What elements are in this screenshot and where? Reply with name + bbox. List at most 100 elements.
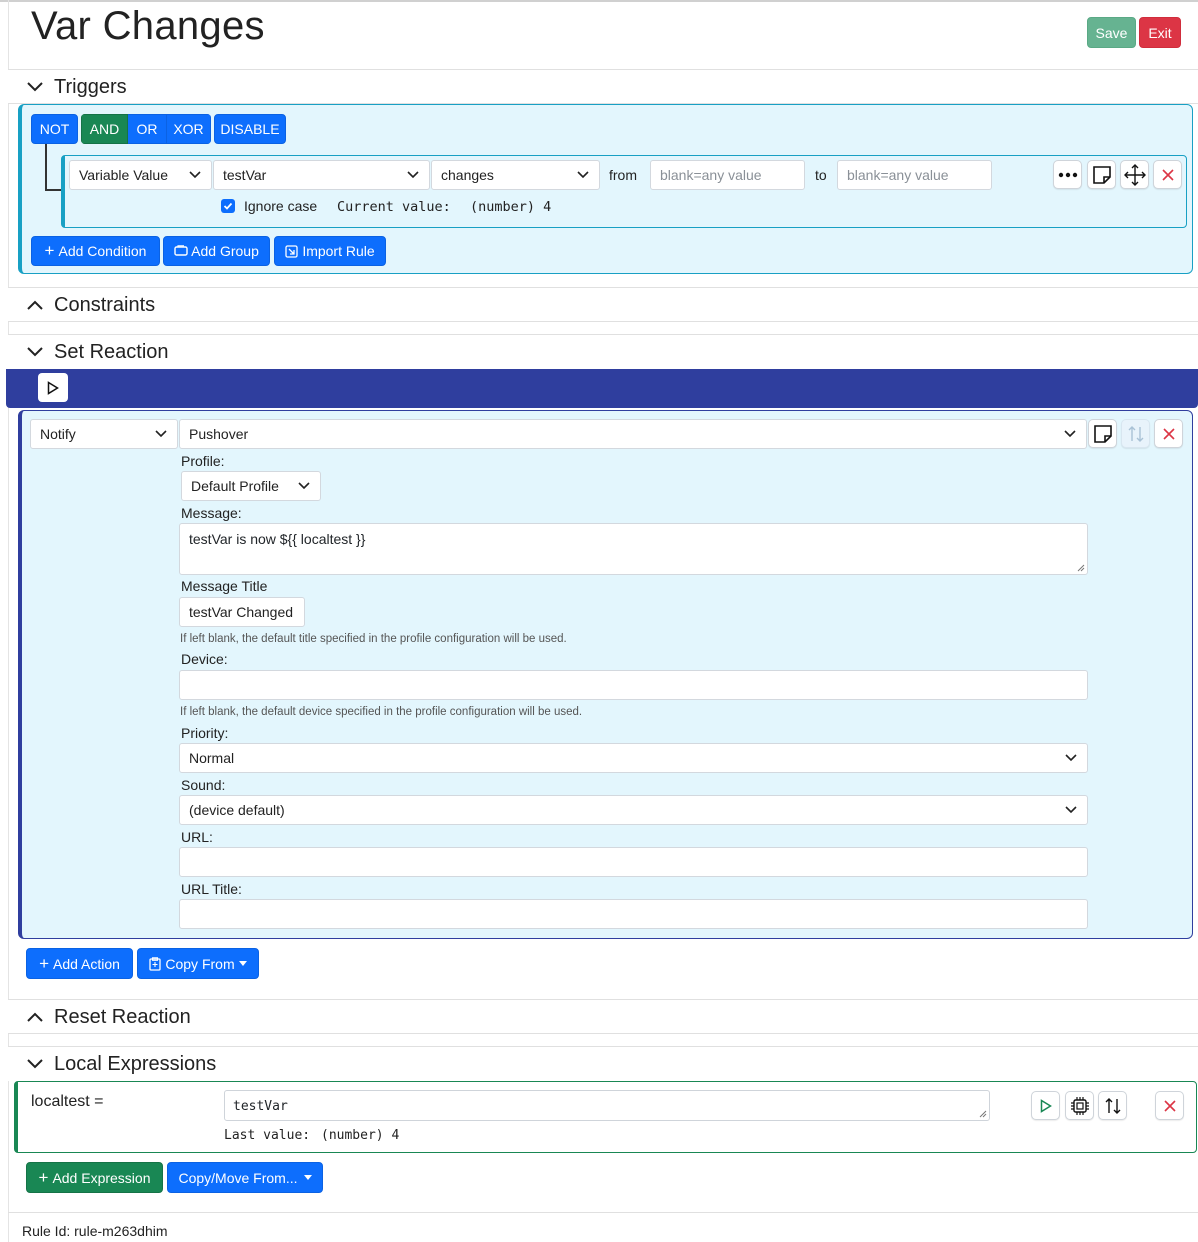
message-title-input[interactable]: testVar Changed (179, 597, 305, 627)
to-placeholder: blank=any value (847, 167, 949, 183)
sticky-note-icon (1093, 424, 1112, 443)
add-group-label: Add Group (191, 243, 259, 259)
set-reaction-section-header[interactable]: Set Reaction (8, 334, 1198, 369)
priority-select[interactable]: Normal (179, 743, 1088, 773)
url-label: URL: (181, 829, 213, 845)
copy-from-button[interactable]: Copy From (137, 948, 259, 979)
not-button[interactable]: NOT (31, 114, 78, 144)
reset-reaction-section-header[interactable]: Reset Reaction (8, 999, 1198, 1034)
message-title-help: If left blank, the default title specifi… (180, 633, 567, 645)
profile-select[interactable]: Default Profile (181, 471, 321, 501)
ignore-case-label: Ignore case (244, 198, 318, 214)
chevron-down-icon (27, 347, 43, 357)
device-input[interactable] (179, 670, 1088, 700)
or-button[interactable]: OR (128, 114, 166, 144)
save-button[interactable]: Save (1087, 17, 1136, 48)
chevron-down-icon (155, 430, 167, 438)
note-button[interactable] (1087, 160, 1116, 189)
device-help: If left blank, the default device specif… (180, 706, 583, 718)
exit-button[interactable]: Exit (1139, 17, 1181, 48)
more-options-button[interactable] (1053, 160, 1082, 189)
chevron-down-icon (1065, 806, 1077, 814)
cpu-icon (1070, 1096, 1089, 1115)
expression-value: testVar (233, 1099, 288, 1114)
notify-service-value: Pushover (189, 426, 249, 442)
sort-arrows-icon (1128, 425, 1143, 442)
message-title-value: testVar Changed (189, 604, 294, 620)
variable-value: testVar (223, 167, 267, 183)
and-button[interactable]: AND (81, 114, 128, 144)
section-title: Set Reaction (54, 341, 169, 363)
add-condition-button[interactable]: + Add Condition (31, 236, 160, 266)
current-value-label: Current value: (337, 199, 451, 215)
delete-expression-button[interactable] (1155, 1091, 1184, 1120)
delete-condition-button[interactable] (1153, 160, 1182, 189)
rule-id: Rule Id: rule-m263dhim (22, 1223, 168, 1239)
to-input[interactable]: blank=any value (837, 160, 992, 190)
url-input[interactable] (179, 847, 1088, 877)
add-expression-button[interactable]: + Add Expression (26, 1162, 163, 1193)
add-action-label: Add Action (53, 955, 120, 972)
condition-type-select[interactable]: Variable Value (69, 160, 212, 190)
priority-value: Normal (189, 750, 235, 766)
action-note-button[interactable] (1088, 419, 1117, 448)
action-type-select[interactable]: Notify (30, 419, 178, 449)
more-horizontal-icon (1058, 172, 1077, 177)
resize-handle-icon (979, 1110, 987, 1118)
sticky-note-icon (1092, 165, 1111, 184)
priority-label: Priority: (181, 725, 229, 741)
disable-button[interactable]: DISABLE (214, 114, 286, 144)
from-input[interactable]: blank=any value (650, 160, 805, 190)
section-title: Local Expressions (54, 1053, 217, 1075)
message-textarea[interactable]: testVar is now ${{ localtest }} (179, 523, 1088, 575)
play-icon (47, 380, 59, 395)
resize-handle-icon (1077, 564, 1085, 572)
triggers-section-header[interactable]: Triggers (8, 69, 1198, 104)
reaction-toolbar (6, 369, 1198, 408)
to-label: to (815, 167, 827, 183)
move-button[interactable] (1120, 160, 1149, 189)
chevron-up-icon (27, 300, 43, 310)
xor-button[interactable]: XOR (166, 114, 211, 144)
comparison-value: changes (441, 167, 494, 183)
constraints-section-header[interactable]: Constraints (8, 287, 1198, 322)
delete-action-button[interactable] (1154, 419, 1183, 448)
sound-select[interactable]: (device default) (179, 795, 1088, 825)
expression-input[interactable]: testVar (224, 1090, 990, 1121)
chevron-down-icon (27, 1059, 43, 1069)
from-placeholder: blank=any value (660, 167, 762, 183)
current-value: (number) 4 (470, 199, 552, 215)
group-icon (174, 245, 188, 256)
add-group-button[interactable]: Add Group (163, 236, 270, 266)
import-rule-label: Import Rule (302, 243, 375, 259)
expression-cpu-button[interactable] (1065, 1091, 1094, 1120)
message-label: Message: (181, 505, 242, 521)
plus-icon: + (44, 241, 55, 260)
ignore-case-checkbox[interactable] (221, 199, 235, 213)
close-icon (1162, 427, 1175, 440)
import-rule-button[interactable]: Import Rule (274, 236, 386, 266)
import-icon (285, 244, 298, 258)
footer-divider (8, 1212, 1198, 1213)
check-icon (223, 202, 233, 210)
variable-select[interactable]: testVar (213, 160, 430, 190)
expression-name: localtest = (31, 1093, 104, 1110)
action-reorder-button[interactable] (1121, 419, 1150, 448)
test-expression-button[interactable] (1031, 1091, 1060, 1120)
profile-value: Default Profile (191, 478, 279, 494)
chevron-down-icon (189, 171, 201, 179)
local-expressions-section-header[interactable]: Local Expressions (8, 1046, 1198, 1081)
section-title: Reset Reaction (54, 1006, 191, 1028)
comparison-select[interactable]: changes (431, 160, 600, 190)
play-icon (1040, 1098, 1052, 1113)
copy-move-from-button[interactable]: Copy/Move From... (167, 1162, 323, 1193)
notify-service-select[interactable]: Pushover (179, 419, 1087, 449)
test-reaction-button[interactable] (38, 373, 68, 402)
message-value: testVar is now ${{ localtest }} (189, 531, 366, 547)
device-label: Device: (181, 651, 228, 667)
close-icon (1163, 1099, 1176, 1112)
expression-reorder-button[interactable] (1098, 1091, 1127, 1120)
add-action-button[interactable]: + Add Action (26, 948, 133, 979)
action-type-value: Notify (40, 426, 76, 442)
url-title-input[interactable] (179, 899, 1088, 929)
